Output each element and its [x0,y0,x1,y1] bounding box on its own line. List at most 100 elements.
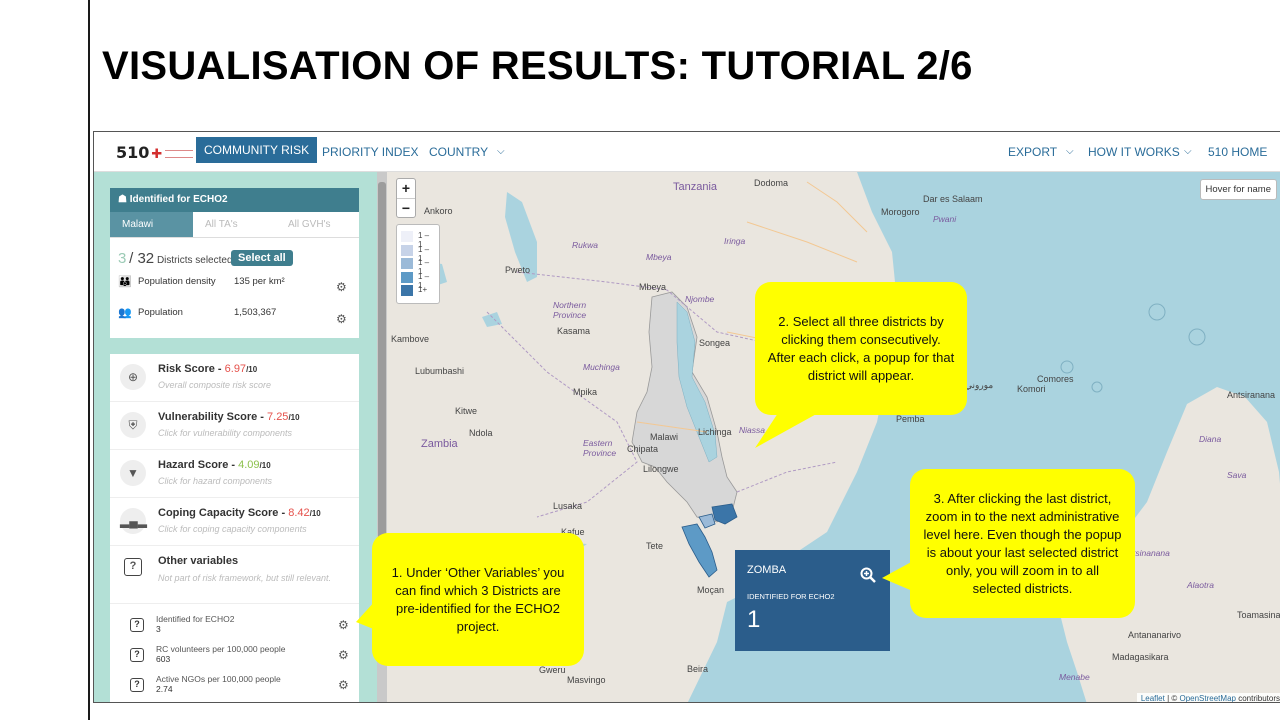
sidebar-scroll-thumb[interactable] [378,182,386,562]
gear-icon[interactable]: ⚙ [338,648,349,662]
place-label: Muchinga [583,362,620,372]
place-label: Mbeya [639,282,667,292]
population-row: 👥 Population 1,503,367 [118,307,353,323]
legend-item: 1 – 1 [401,256,435,276]
tab-malawi[interactable]: Malawi [110,212,193,237]
variable-row-rc-volunteers[interactable]: ? RC volunteers per 100,000 people 603 ⚙ [110,644,359,674]
country-border [486,311,638,518]
tab-all-tas[interactable]: All TA's [193,212,276,237]
vulnerability-score-subtitle: Click for vulnerability components [158,428,293,438]
vulnerability-score-value: 7.25 [267,411,289,423]
zoom-in-icon[interactable] [860,567,876,583]
zoom-out-button[interactable]: − [397,199,415,219]
zoom-in-button[interactable]: + [397,179,415,199]
chevron-down-icon[interactable]: ⌵ [497,132,505,172]
nav-how-it-works[interactable]: HOW IT WORKS [1088,132,1180,172]
gear-icon[interactable]: ⚙ [338,618,349,632]
tornado-icon: ▼ [120,460,146,486]
place-label: Sava [1227,470,1247,480]
variable-value: 3 [156,624,161,634]
admin-card-header: ☗ Identified for ECHO2 [110,188,359,212]
risk-score-title: Risk Score - 6.97/10 [158,363,258,375]
popup-label: IDENTIFIED FOR ECHO2 [747,592,835,601]
callout-2: 2. Select all three districts by clickin… [755,282,967,415]
place-label: Tete [646,541,664,551]
select-all-button[interactable]: Select all [231,250,293,266]
place-label: Lilongwe [643,464,679,474]
place-label: Kitwe [455,406,478,416]
place-label: Pweto [505,265,531,275]
zoom-control: + − [396,178,416,218]
gear-icon[interactable]: ⚙ [338,678,349,692]
question-icon: ? [130,618,144,632]
nav-export[interactable]: EXPORT [1008,132,1057,172]
nav-country[interactable]: COUNTRY [429,132,488,172]
place-label: Malawi [650,432,679,442]
chevron-down-icon[interactable]: ⌵ [1066,132,1074,172]
risk-score-row[interactable]: ⊕ Risk Score - 6.97/10 Overall composite… [110,354,359,402]
red-cross-icon: ✚ [151,147,163,162]
map-attribution: Leaflet | © OpenStreetMap contributors [1136,693,1280,702]
place-label: Beira [687,664,709,674]
coping-capacity-score-subtitle: Click for coping capacity components [158,524,307,534]
osm-link[interactable]: OpenStreetMap [1179,694,1235,702]
nav-priority-index[interactable]: PRIORITY INDEX [322,132,418,172]
place-label: Diana [1199,434,1222,444]
hazard-score-row[interactable]: ▼ Hazard Score - 4.09/10 Click for hazar… [110,450,359,498]
leaflet-link[interactable]: Leaflet [1141,694,1165,702]
district-popup: ZOMBA IDENTIFIED FOR ECHO2 1 [735,550,890,651]
vulnerability-score-title: Vulnerability Score - 7.25/10 [158,411,300,423]
top-nav: 510 ✚ COMMUNITY RISK PRIORITY INDEX COUNT… [94,132,1280,172]
risk-score-subtitle: Overall composite risk score [158,380,272,390]
logo-subtext-icon [165,149,194,158]
coping-capacity-score-row[interactable]: ▂▄▂ Coping Capacity Score - 8.42/10 Clic… [110,498,359,546]
logo-510[interactable]: 510 ✚ [116,143,194,162]
gear-icon[interactable]: ⚙ [336,280,347,294]
admin-tabs: Malawi All TA's All GVH's [110,212,359,238]
place-label: Masvingo [567,675,606,685]
vulnerability-score-row[interactable]: ⛨ Vulnerability Score - 7.25/10 Click fo… [110,402,359,450]
place-label: Eastern [583,438,613,448]
selected-district-mid[interactable] [698,513,716,529]
popup-district-name: ZOMBA [747,564,787,576]
question-icon: ? [124,558,142,576]
place-label: Moçan [697,585,725,595]
place-label: Dodoma [754,178,789,188]
place-label: Gweru [539,665,566,675]
coping-capacity-score-value: 8.42 [288,507,310,519]
place-label: Pemba [896,414,925,424]
variable-label: Identified for ECHO2 [156,614,235,624]
admin-level-card: ☗ Identified for ECHO2 Malawi All TA's A… [110,188,359,338]
other-variables-row[interactable]: ? Other variables Not part of risk frame… [110,546,359,604]
place-label: Pwani [933,214,957,224]
population-density-row: 👪 Population density 135 per km² [118,276,353,292]
legend-item: 1 – 1 [401,229,435,249]
place-label: Zambia [421,438,458,450]
legend-item: 1 – 1 [401,243,435,263]
people-density-icon: 👪 [118,276,132,288]
gear-icon[interactable]: ⚙ [336,312,347,326]
nav-community-risk[interactable]: COMMUNITY RISK [196,137,318,163]
coping-capacity-score-title: Coping Capacity Score - 8.42/10 [158,507,321,519]
population-label: Population [138,307,183,318]
question-icon: ? [130,648,144,662]
place-label: Lubumbashi [415,366,465,376]
slide-divider [88,0,90,720]
variable-row-echo2[interactable]: ? Identified for ECHO2 3 ⚙ [110,614,359,644]
group-icon: ☗ [118,194,130,205]
hazard-score-title: Hazard Score - 4.09/10 [158,459,271,471]
place-label: Ndola [469,428,493,438]
chevron-down-icon[interactable]: ⌵ [1184,132,1192,172]
crosshair-icon: ⊕ [120,364,146,390]
place-label: Kasama [557,326,591,336]
variable-value: 2.74 [156,684,173,694]
tab-all-gvhs[interactable]: All GVH's [276,212,359,237]
nav-510-home[interactable]: 510 HOME [1208,132,1267,172]
sidebar: ☗ Identified for ECHO2 Malawi All TA's A… [94,172,377,702]
selected-district-south[interactable] [681,523,718,578]
place-label: Tanzania [673,181,718,193]
other-variables-title: Other variables [158,555,239,567]
risk-score-value: 6.97 [224,363,247,375]
variable-row-active-ngos[interactable]: ? Active NGOs per 100,000 people 2.74 ⚙ [110,674,359,702]
hover-for-name-button[interactable]: Hover for name [1199,179,1277,200]
